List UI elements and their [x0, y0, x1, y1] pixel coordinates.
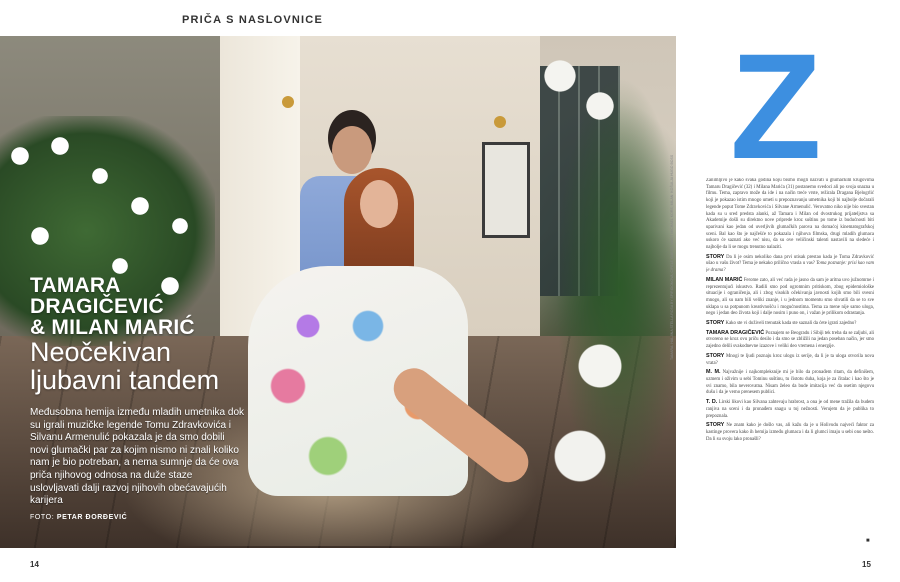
answer-text: Najvažnije i najkompleksnije mi je bilo …	[706, 370, 874, 396]
interview-question: STORY Kako ste vi doživeli trenutak kada…	[706, 320, 874, 328]
name-line: DRAGIČEVIĆ	[30, 295, 164, 318]
question-label: STORY	[706, 320, 725, 327]
photo-credit-label: FOTO:	[30, 514, 55, 521]
section-label: PRIČA S NASLOVNICE	[182, 14, 323, 26]
article-body: Zanimljivo je kako svaka godina koju bis…	[706, 178, 874, 552]
answer-label: T. D.	[706, 399, 718, 406]
name-line: & MILAN MARIĆ	[30, 316, 195, 339]
answer-label: MILAN MARIĆ	[706, 276, 743, 283]
interview-answer: TAMARA DRAGIČEVIĆ Poznajem se Beogradu i…	[706, 330, 874, 351]
question-label: STORY	[706, 422, 725, 429]
woman-face	[360, 180, 398, 228]
question-text: Ne znam kako je došlo vas, ali kažu da j…	[706, 423, 874, 442]
lead-paragraph: Međusobna hemija između mladih umetnika …	[30, 407, 245, 507]
name-line: TAMARA	[30, 274, 121, 297]
question-label: STORY	[706, 352, 725, 359]
page-number-right: 15	[862, 560, 871, 569]
interview-question: STORY Mnogi te ljudi poznaju kroz ulogu …	[706, 353, 874, 367]
interview-question: STORY Da li je osim nekoliko dana prvi u…	[706, 254, 874, 275]
headline-line: ljubavni tandem	[30, 365, 220, 395]
styling-credit: TAMARA: HALJINA STELLA ROSA BY SPIRIDONO…	[670, 154, 674, 360]
headline: Neočekivan ljubavni tandem	[30, 338, 320, 394]
interview-answer: T. D. Lirski likovi kao Silvana zahtevaj…	[706, 399, 874, 420]
article-intro: Zanimljivo je kako svaka godina koju bis…	[706, 178, 874, 251]
cover-names: TAMARA DRAGIČEVIĆ & MILAN MARIĆ	[30, 275, 290, 338]
answer-text: Lirski likovi kao Silvana zahtevaju hrab…	[706, 400, 874, 419]
question-text: Kako ste vi doživeli trenutak kada ste s…	[725, 321, 857, 327]
page-number-left: 14	[30, 560, 39, 569]
interview-answer: M. M. Najvažnije i najkompleksnije mi je…	[706, 369, 874, 397]
interview-answer: MILAN MARIĆ Ferome zato, ali već rada je…	[706, 277, 874, 318]
flowers-right	[520, 36, 676, 548]
drop-cap: Z	[730, 22, 822, 190]
answer-text: Ferome zato, ali već rada je jasno da sa…	[706, 277, 874, 317]
wall-sconce	[494, 116, 506, 128]
photo-credit: FOTO: PETAR ĐORĐEVIĆ	[30, 514, 127, 521]
photo-credit-name: PETAR ĐORĐEVIĆ	[56, 514, 128, 521]
answer-label: M. M.	[706, 369, 721, 376]
end-mark: ■	[866, 538, 870, 544]
headline-line: Neočekivan	[30, 337, 172, 367]
interview-question: STORY Ne znam kako je došlo vas, ali kaž…	[706, 422, 874, 443]
question-label: STORY	[706, 253, 725, 260]
answer-label: TAMARA DRAGIČEVIĆ	[706, 329, 765, 336]
question-text: Mnogi te ljudi poznaju kroz ulogu iz ser…	[706, 353, 874, 366]
